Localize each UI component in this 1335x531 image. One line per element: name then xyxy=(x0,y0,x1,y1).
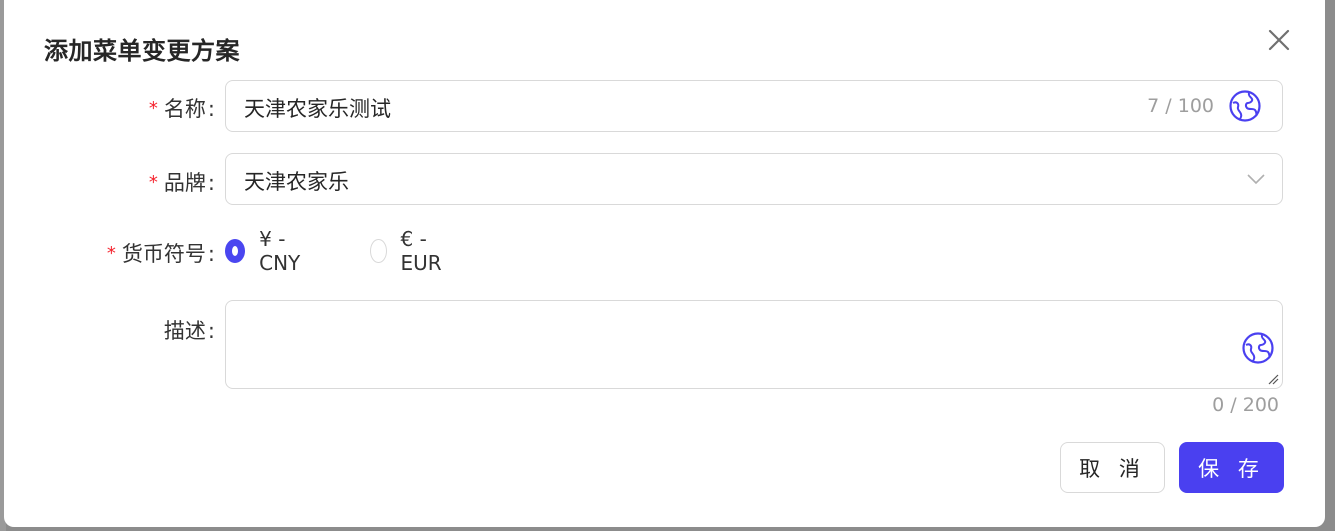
dialog-title: 添加菜单变更方案 xyxy=(44,37,240,65)
required-mark: * xyxy=(106,243,116,264)
add-menu-change-plan-dialog: 添加菜单变更方案 * 名称: 天津农家乐测试 7 / 100 * 品牌: 天津农… xyxy=(4,0,1325,527)
name-label: * 名称: xyxy=(148,97,215,121)
save-button[interactable]: 保 存 xyxy=(1179,442,1284,493)
globe-icon[interactable] xyxy=(1228,89,1262,123)
description-char-counter: 0 / 200 xyxy=(1212,394,1279,416)
radio-cny-label[interactable]: ¥ - CNY xyxy=(259,227,304,275)
brand-select-value: 天津农家乐 xyxy=(244,170,349,194)
radio-cny[interactable]: ¥ - CNY xyxy=(225,227,304,275)
currency-label: * 货币符号: xyxy=(106,242,215,266)
description-label: 描述: xyxy=(163,319,215,343)
brand-select[interactable]: 天津农家乐 xyxy=(225,153,1283,205)
required-mark: * xyxy=(148,172,158,193)
radio-eur[interactable]: € - EUR xyxy=(370,227,449,275)
brand-label: * 品牌: xyxy=(148,171,215,195)
form-row-name: * 名称: 天津农家乐测试 7 / 100 xyxy=(4,80,1325,132)
description-textarea[interactable] xyxy=(225,300,1283,389)
cancel-button[interactable]: 取 消 xyxy=(1060,442,1165,493)
radio-cny-circle[interactable] xyxy=(225,239,246,263)
chevron-down-icon xyxy=(1246,169,1266,189)
name-input-value: 天津农家乐测试 xyxy=(244,97,391,121)
close-button[interactable] xyxy=(1266,27,1292,53)
form-row-brand: * 品牌: 天津农家乐 xyxy=(4,153,1325,205)
close-icon xyxy=(1268,29,1290,51)
name-char-counter: 7 / 100 xyxy=(1147,95,1214,117)
name-input[interactable]: 天津农家乐测试 7 / 100 xyxy=(225,80,1283,132)
resize-handle-icon[interactable] xyxy=(1267,373,1279,385)
globe-icon[interactable] xyxy=(1241,331,1275,365)
radio-eur-circle[interactable] xyxy=(370,239,387,263)
required-mark: * xyxy=(148,98,158,119)
radio-eur-label[interactable]: € - EUR xyxy=(401,227,450,275)
